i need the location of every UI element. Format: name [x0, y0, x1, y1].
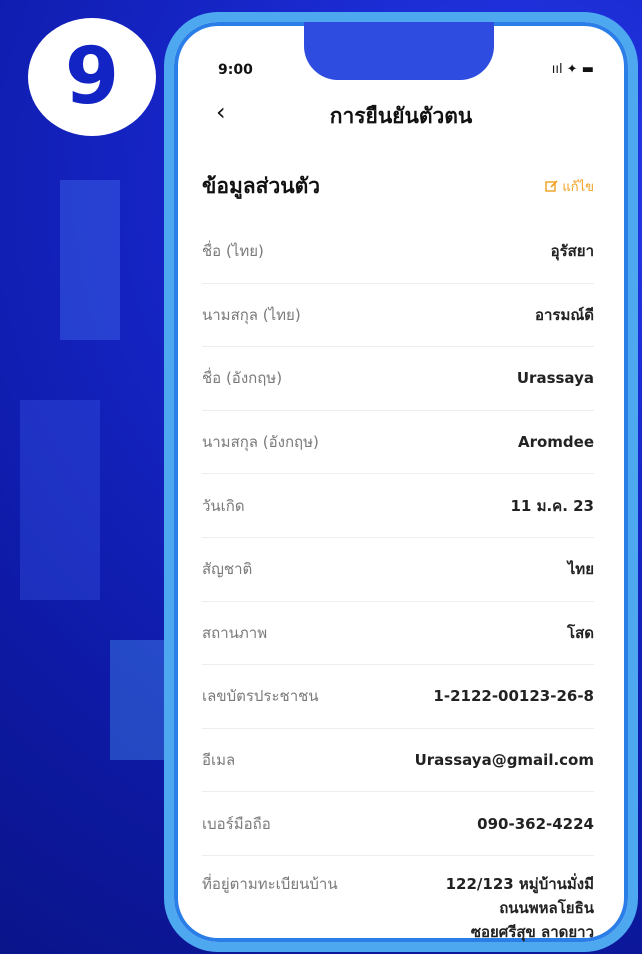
field-value: อุรัสยา	[550, 242, 594, 261]
field-value: Urassaya@gmail.com	[414, 751, 594, 770]
signal-wifi-battery-icon: ııl ✦ ▬	[551, 62, 594, 77]
list-item: สถานภาพ โสด	[202, 602, 594, 666]
list-item: นามสกุล (อังกฤษ) Aromdee	[202, 411, 594, 475]
field-label: เบอร์มือถือ	[202, 814, 271, 833]
address-line: 122/123 หมู่บ้านมั่งมี	[445, 874, 594, 893]
list-item: ชื่อ (อังกฤษ) Urassaya	[202, 347, 594, 411]
decor-block	[60, 180, 120, 340]
list-item: อีเมล Urassaya@gmail.com	[202, 729, 594, 793]
field-label: สถานภาพ	[202, 623, 268, 642]
section-title: ข้อมูลส่วนตัว	[202, 174, 321, 198]
field-label: สัญชาติ	[202, 560, 253, 579]
field-label: ชื่อ (อังกฤษ)	[202, 369, 283, 388]
field-label: นามสกุล (อังกฤษ)	[202, 433, 319, 452]
field-value: 11 ม.ค. 23	[510, 496, 594, 515]
address-value: 122/123 หมู่บ้านมั่งมี ถนนพหลโยธิน ซอยศร…	[445, 872, 594, 942]
step-number-badge: 9	[28, 18, 156, 136]
list-item: สัญชาติ ไทย	[202, 538, 594, 602]
phone-frame: 9:00 ııl ✦ ▬ ‹ การยืนยันตัวตน ข้อมูลส่วน…	[164, 12, 638, 952]
edit-label: แก้ไข	[562, 180, 594, 195]
personal-info-list: ชื่อ (ไทย) อุรัสยา นามสกุล (ไทย) อารมณ์ดี …	[202, 220, 594, 942]
address-item: ที่อยู่ตามทะเบียนบ้าน 122/123 หมู่บ้านมั…	[202, 856, 594, 942]
page-title: การยืนยันตัวตน	[329, 104, 473, 128]
field-value: Aromdee	[517, 433, 594, 452]
field-label: เลขบัตรประชาชน	[202, 687, 319, 706]
status-time: 9:00	[218, 62, 253, 78]
status-bar: 9:00 ııl ✦ ▬	[218, 62, 594, 84]
field-label: ชื่อ (ไทย)	[202, 242, 264, 261]
list-item: นามสกุล (ไทย) อารมณ์ดี	[202, 284, 594, 348]
field-label: อีเมล	[202, 751, 236, 770]
address-line: ซอยศรีสุข ลาดยาว	[470, 922, 594, 941]
field-value: 1-2122-00123-26-8	[433, 687, 594, 706]
list-item: เลขบัตรประชาชน 1-2122-00123-26-8	[202, 665, 594, 729]
list-item: ชื่อ (ไทย) อุรัสยา	[202, 220, 594, 284]
edit-button[interactable]: แก้ไข	[545, 176, 594, 197]
field-label: นามสกุล (ไทย)	[202, 305, 301, 324]
field-value: ไทย	[567, 560, 594, 579]
decor-block	[20, 400, 100, 600]
edit-icon	[545, 180, 558, 192]
nav-bar: ‹ การยืนยันตัวตน	[174, 98, 628, 138]
section-header: ข้อมูลส่วนตัว แก้ไข	[202, 170, 594, 204]
field-label: วันเกิด	[202, 496, 245, 515]
field-value: 090-362-4224	[477, 814, 594, 833]
field-value: Urassaya	[516, 369, 594, 388]
list-item: วันเกิด 11 ม.ค. 23	[202, 474, 594, 538]
field-label: ที่อยู่ตามทะเบียนบ้าน	[202, 874, 338, 893]
list-item: เบอร์มือถือ 090-362-4224	[202, 792, 594, 856]
address-line: ถนนพหลโยธิน	[499, 898, 594, 917]
field-value: อารมณ์ดี	[534, 305, 594, 324]
field-value: โสด	[567, 623, 594, 642]
